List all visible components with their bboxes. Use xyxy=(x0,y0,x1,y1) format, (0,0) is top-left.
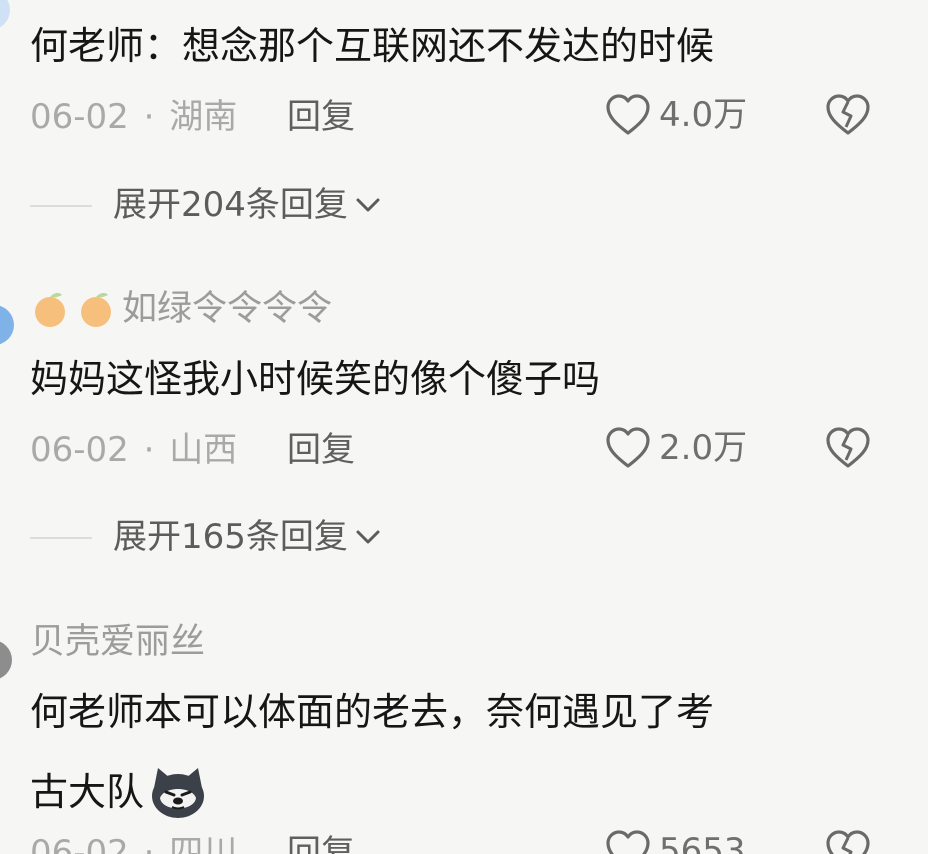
comment-meta: 06-02 · 山西 xyxy=(30,430,237,470)
comment-text-line2: 古大队 xyxy=(30,770,145,814)
tangerine-emoji xyxy=(76,289,116,329)
comment-date: 06-02 xyxy=(30,97,129,137)
meta-separator: · xyxy=(143,833,155,854)
meta-separator: · xyxy=(143,97,155,137)
reply-button[interactable]: 回复 xyxy=(287,833,355,854)
avatar[interactable] xyxy=(0,0,10,30)
expand-divider xyxy=(30,537,92,539)
meta-separator: · xyxy=(143,430,155,470)
like-count: 4.0万 xyxy=(659,95,748,135)
chevron-down-icon xyxy=(354,527,382,547)
comment-date: 06-02 xyxy=(30,430,129,470)
broken-heart-icon xyxy=(824,93,872,137)
comment-location: 四川 xyxy=(169,833,238,854)
avatar[interactable] xyxy=(0,305,14,345)
like-count: 5653 xyxy=(659,831,746,854)
expand-replies-label: 展开165条回复 xyxy=(113,517,348,557)
reply-button[interactable]: 回复 xyxy=(287,97,355,137)
heart-outline-icon xyxy=(605,829,651,854)
heart-outline-icon xyxy=(605,426,651,470)
comment-meta: 06-02 · 湖南 xyxy=(30,97,237,137)
comment-username[interactable]: 贝壳爱丽丝 xyxy=(30,622,205,662)
like-button[interactable]: 4.0万 xyxy=(605,93,747,137)
comment-date: 06-02 xyxy=(30,833,129,854)
expand-replies-label: 展开204条回复 xyxy=(113,185,348,225)
expand-divider xyxy=(30,205,92,207)
username-label: 如绿令令令令 xyxy=(122,289,333,329)
chevron-down-icon xyxy=(354,195,382,215)
comment-location: 山西 xyxy=(169,430,238,470)
husky-dog-emoji xyxy=(148,764,208,820)
avatar[interactable] xyxy=(0,640,12,680)
comment-text-continued: 古大队 xyxy=(30,764,208,820)
reply-button[interactable]: 回复 xyxy=(287,430,355,470)
comment-location: 湖南 xyxy=(169,97,238,137)
like-button[interactable]: 2.0万 xyxy=(605,426,747,470)
like-button[interactable]: 5653 xyxy=(605,829,746,854)
comment-username[interactable]: 如绿令令令令 xyxy=(30,289,332,329)
comment-text: 妈妈这怪我小时候笑的像个傻子吗 xyxy=(30,357,601,401)
comment-list: 何老师：想念那个互联网还不发达的时候 06-02 · 湖南 回复 4.0万 展开… xyxy=(0,0,928,854)
heart-outline-icon xyxy=(605,93,651,137)
comment-text: 何老师：想念那个互联网还不发达的时候 xyxy=(30,24,715,68)
expand-replies-button[interactable]: 展开165条回复 xyxy=(113,517,382,557)
expand-replies-button[interactable]: 展开204条回复 xyxy=(113,185,382,225)
comment-meta: 06-02 · 四川 xyxy=(30,833,237,854)
dislike-button[interactable] xyxy=(824,829,872,854)
comment-text: 何老师本可以体面的老去，奈何遇见了考 xyxy=(30,690,715,734)
broken-heart-icon xyxy=(824,426,872,470)
dislike-button[interactable] xyxy=(824,93,872,137)
like-count: 2.0万 xyxy=(659,428,748,468)
broken-heart-icon xyxy=(824,829,872,854)
tangerine-emoji xyxy=(30,289,70,329)
dislike-button[interactable] xyxy=(824,426,872,470)
